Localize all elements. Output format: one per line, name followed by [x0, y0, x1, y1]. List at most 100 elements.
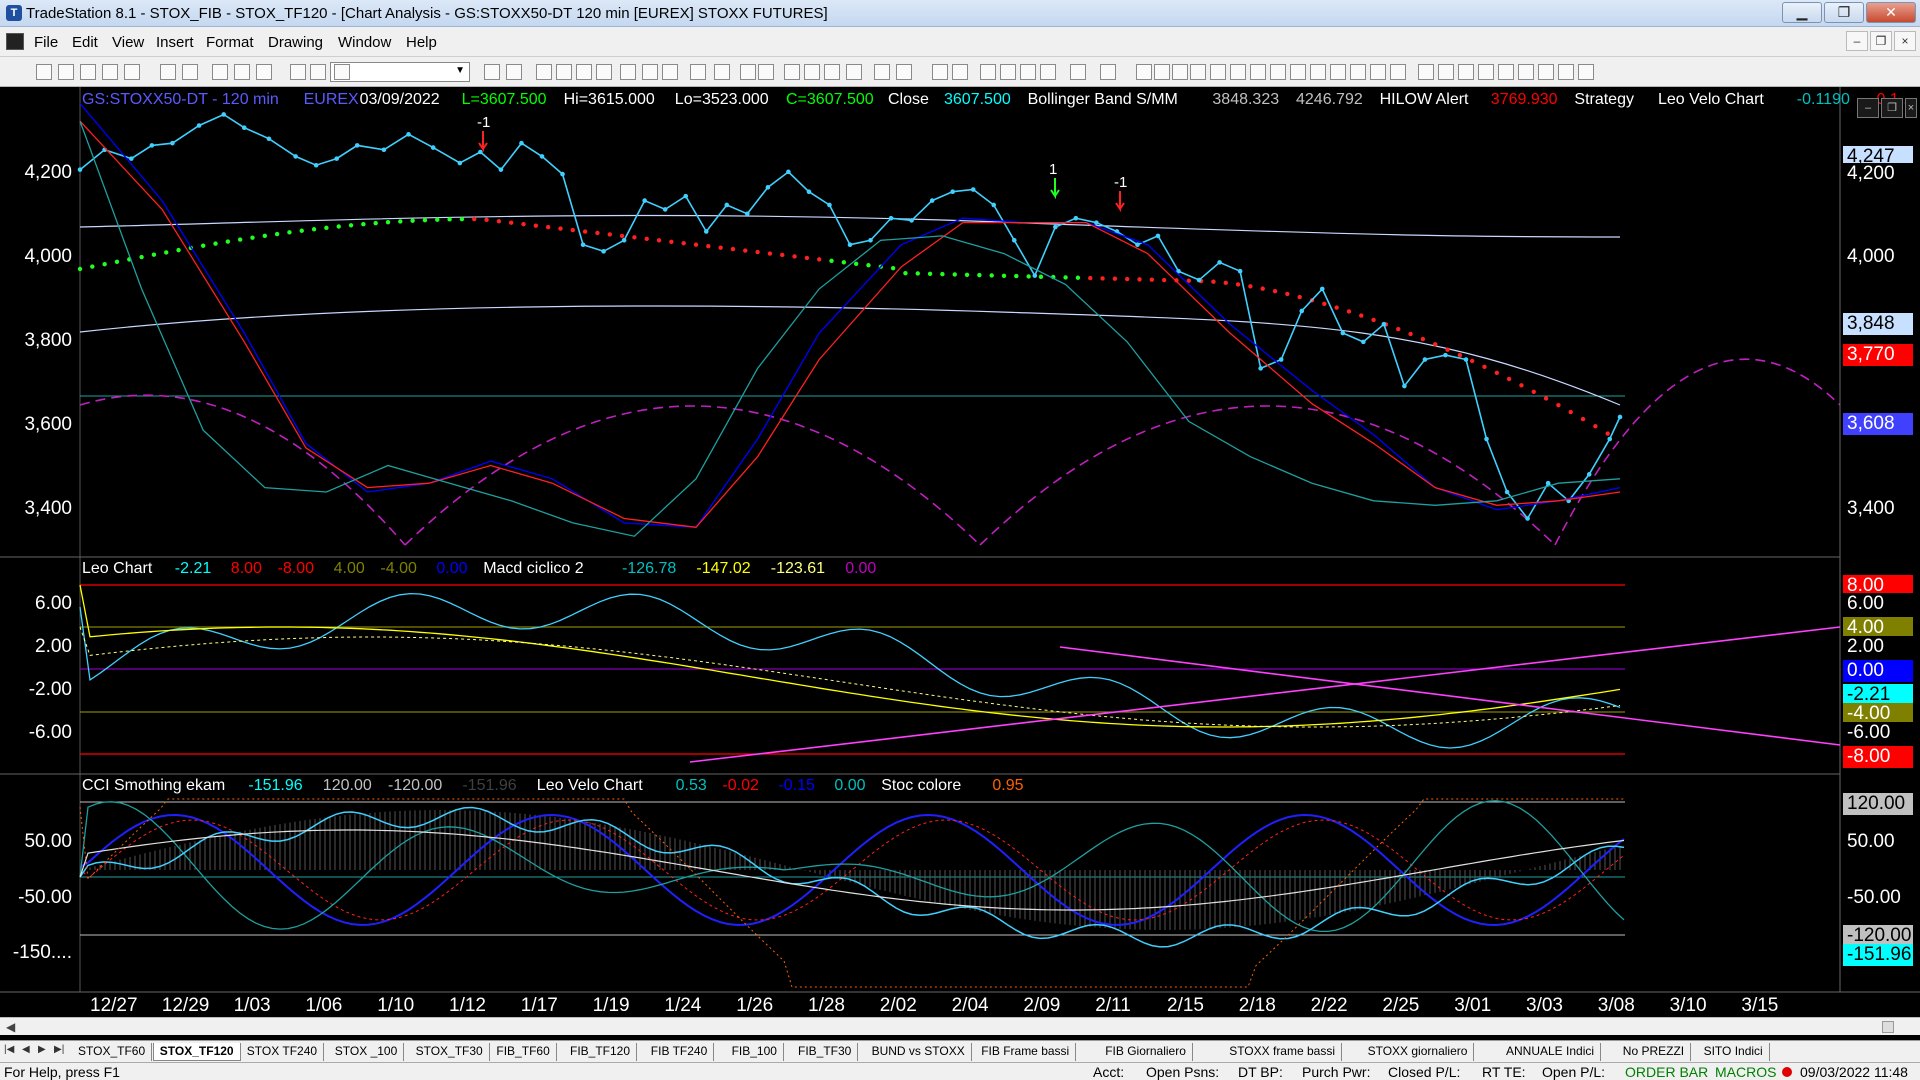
toolbar-tool-icon[interactable] — [484, 64, 500, 80]
toolbar-tool-icon[interactable] — [334, 64, 350, 80]
sheet-tab-16[interactable]: No PREZZI — [1617, 1043, 1692, 1061]
toolbar-tool-icon[interactable] — [310, 64, 326, 80]
sheet-tab-10[interactable]: BUND vs STOXX — [866, 1043, 972, 1061]
toolbar-tool-icon[interactable] — [36, 64, 52, 80]
toolbar-tool-icon[interactable] — [824, 64, 840, 80]
toolbar-tool-icon[interactable] — [506, 64, 522, 80]
toolbar-tool-icon[interactable] — [1558, 64, 1574, 80]
toolbar-tool-icon[interactable] — [1230, 64, 1246, 80]
sheet-tab-0[interactable]: STOX_TF60 — [72, 1043, 153, 1061]
toolbar-tool-icon[interactable] — [1040, 64, 1056, 80]
toolbar-tool-icon[interactable] — [662, 64, 678, 80]
toolbar-tool-icon[interactable] — [620, 64, 636, 80]
last-tab-icon[interactable]: ▶| — [54, 1044, 64, 1055]
toolbar-tool-icon[interactable] — [1210, 64, 1226, 80]
minimize-button[interactable]: ▁ — [1782, 2, 1822, 23]
toolbar-tool-icon[interactable] — [740, 64, 756, 80]
toolbar-tool-icon[interactable] — [212, 64, 228, 80]
status-macros[interactable]: MACROS — [1715, 1064, 1776, 1080]
menu-edit[interactable]: Edit — [72, 34, 98, 51]
scroll-thumb[interactable] — [1882, 1021, 1894, 1033]
prev-tab-icon[interactable]: ◀ — [22, 1044, 30, 1055]
toolbar-tool-icon[interactable] — [980, 64, 996, 80]
close-button[interactable]: ✕ — [1866, 2, 1916, 23]
toolbar-tool-icon[interactable] — [160, 64, 176, 80]
toolbar-tool-icon[interactable] — [714, 64, 730, 80]
sheet-tab-4[interactable]: STOX_TF30 — [410, 1043, 490, 1061]
toolbar-tool-icon[interactable] — [1100, 64, 1116, 80]
toolbar-tool-icon[interactable] — [896, 64, 912, 80]
toolbar-tool-icon[interactable] — [846, 64, 862, 80]
toolbar-tool-icon[interactable] — [1518, 64, 1534, 80]
toolbar-tool-icon[interactable] — [596, 64, 612, 80]
toolbar-tool-icon[interactable] — [1250, 64, 1266, 80]
toolbar-tool-icon[interactable] — [932, 64, 948, 80]
toolbar-tool-icon[interactable] — [1000, 64, 1016, 80]
toolbar-tool-icon[interactable] — [1418, 64, 1434, 80]
pane-close-button[interactable]: × — [1905, 98, 1917, 118]
toolbar-tool-icon[interactable] — [1310, 64, 1326, 80]
toolbar-tool-icon[interactable] — [1438, 64, 1454, 80]
toolbar-tool-icon[interactable] — [1270, 64, 1286, 80]
menu-view[interactable]: View — [112, 34, 144, 51]
toolbar-tool-icon[interactable] — [234, 64, 250, 80]
toolbar-tool-icon[interactable] — [804, 64, 820, 80]
sheet-tab-14[interactable]: STOXX giornaliero — [1362, 1043, 1475, 1061]
menu-insert[interactable]: Insert — [156, 34, 194, 51]
next-tab-icon[interactable]: ▶ — [38, 1044, 46, 1055]
toolbar-tool-icon[interactable] — [1458, 64, 1474, 80]
toolbar-tool-icon[interactable] — [80, 64, 96, 80]
sheet-tab-3[interactable]: STOX _100 — [329, 1043, 405, 1061]
toolbar-tool-icon[interactable] — [58, 64, 74, 80]
menu-format[interactable]: Format — [206, 34, 254, 51]
status-order-bar[interactable]: ORDER BAR — [1625, 1064, 1708, 1080]
toolbar-tool-icon[interactable] — [642, 64, 658, 80]
toolbar-tool-icon[interactable] — [576, 64, 592, 80]
toolbar-tool-icon[interactable] — [952, 64, 968, 80]
sheet-tab-1[interactable]: STOX_TF120 — [152, 1043, 241, 1061]
toolbar-tool-icon[interactable] — [256, 64, 272, 80]
sheet-tab-11[interactable]: FIB Frame bassi — [975, 1043, 1077, 1061]
menu-drawing[interactable]: Drawing — [268, 34, 323, 51]
toolbar-tool-icon[interactable] — [182, 64, 198, 80]
restore-button[interactable]: ❐ — [1824, 2, 1864, 23]
toolbar-tool-icon[interactable] — [536, 64, 552, 80]
sheet-tab-6[interactable]: FIB_TF120 — [564, 1043, 638, 1061]
chart-area[interactable]: -1 1 -1 GS:STOXX50-DT - 120 min EUREX 03/09/… — [0, 87, 1920, 1047]
toolbar-tool-icon[interactable] — [1290, 64, 1306, 80]
mdi-restore-button[interactable]: ❐ — [1870, 31, 1892, 51]
sheet-tab-13[interactable]: STOXX frame bassi — [1223, 1043, 1343, 1061]
toolbar-tool-icon[interactable] — [1478, 64, 1494, 80]
sheet-tab-8[interactable]: FIB_100 — [726, 1043, 784, 1061]
toolbar-tool-icon[interactable] — [102, 64, 118, 80]
toolbar-tool-icon[interactable] — [1350, 64, 1366, 80]
toolbar-tool-icon[interactable] — [690, 64, 706, 80]
chart-canvas[interactable]: -1 1 -1 — [0, 87, 1920, 1017]
first-tab-icon[interactable]: |◀ — [4, 1044, 14, 1055]
toolbar-tool-icon[interactable] — [1136, 64, 1152, 80]
mdi-minimize-button[interactable]: – — [1846, 31, 1868, 51]
toolbar-tool-icon[interactable] — [1370, 64, 1386, 80]
sheet-tab-12[interactable]: FIB Giornaliero — [1099, 1043, 1193, 1061]
sheet-tab-7[interactable]: FIB TF240 — [645, 1043, 715, 1061]
toolbar-tool-icon[interactable] — [1154, 64, 1170, 80]
scroll-left-icon[interactable]: ◀ — [6, 1020, 15, 1034]
sheet-tab-17[interactable]: SITO Indici — [1698, 1043, 1770, 1061]
chart-window-icon[interactable] — [6, 33, 24, 50]
toolbar-tool-icon[interactable] — [1330, 64, 1346, 80]
toolbar-tool-icon[interactable] — [758, 64, 774, 80]
toolbar-tool-icon[interactable] — [1538, 64, 1554, 80]
mdi-close-button[interactable]: × — [1894, 31, 1916, 51]
toolbar-tool-icon[interactable] — [1190, 64, 1206, 80]
symbol-combo[interactable]: ▼ — [330, 62, 470, 82]
toolbar-tool-icon[interactable] — [1020, 64, 1036, 80]
toolbar-tool-icon[interactable] — [784, 64, 800, 80]
toolbar-tool-icon[interactable] — [1498, 64, 1514, 80]
toolbar-tool-icon[interactable] — [1390, 64, 1406, 80]
sheet-tab-9[interactable]: FIB_TF30 — [792, 1043, 859, 1061]
sheet-tab-5[interactable]: FIB_TF60 — [490, 1043, 557, 1061]
sheet-tab-15[interactable]: ANNUALE Indici — [1500, 1043, 1602, 1061]
menu-help[interactable]: Help — [406, 34, 437, 51]
horizontal-scrollbar[interactable]: ◀ — [0, 1017, 1920, 1035]
toolbar-tool-icon[interactable] — [1172, 64, 1188, 80]
